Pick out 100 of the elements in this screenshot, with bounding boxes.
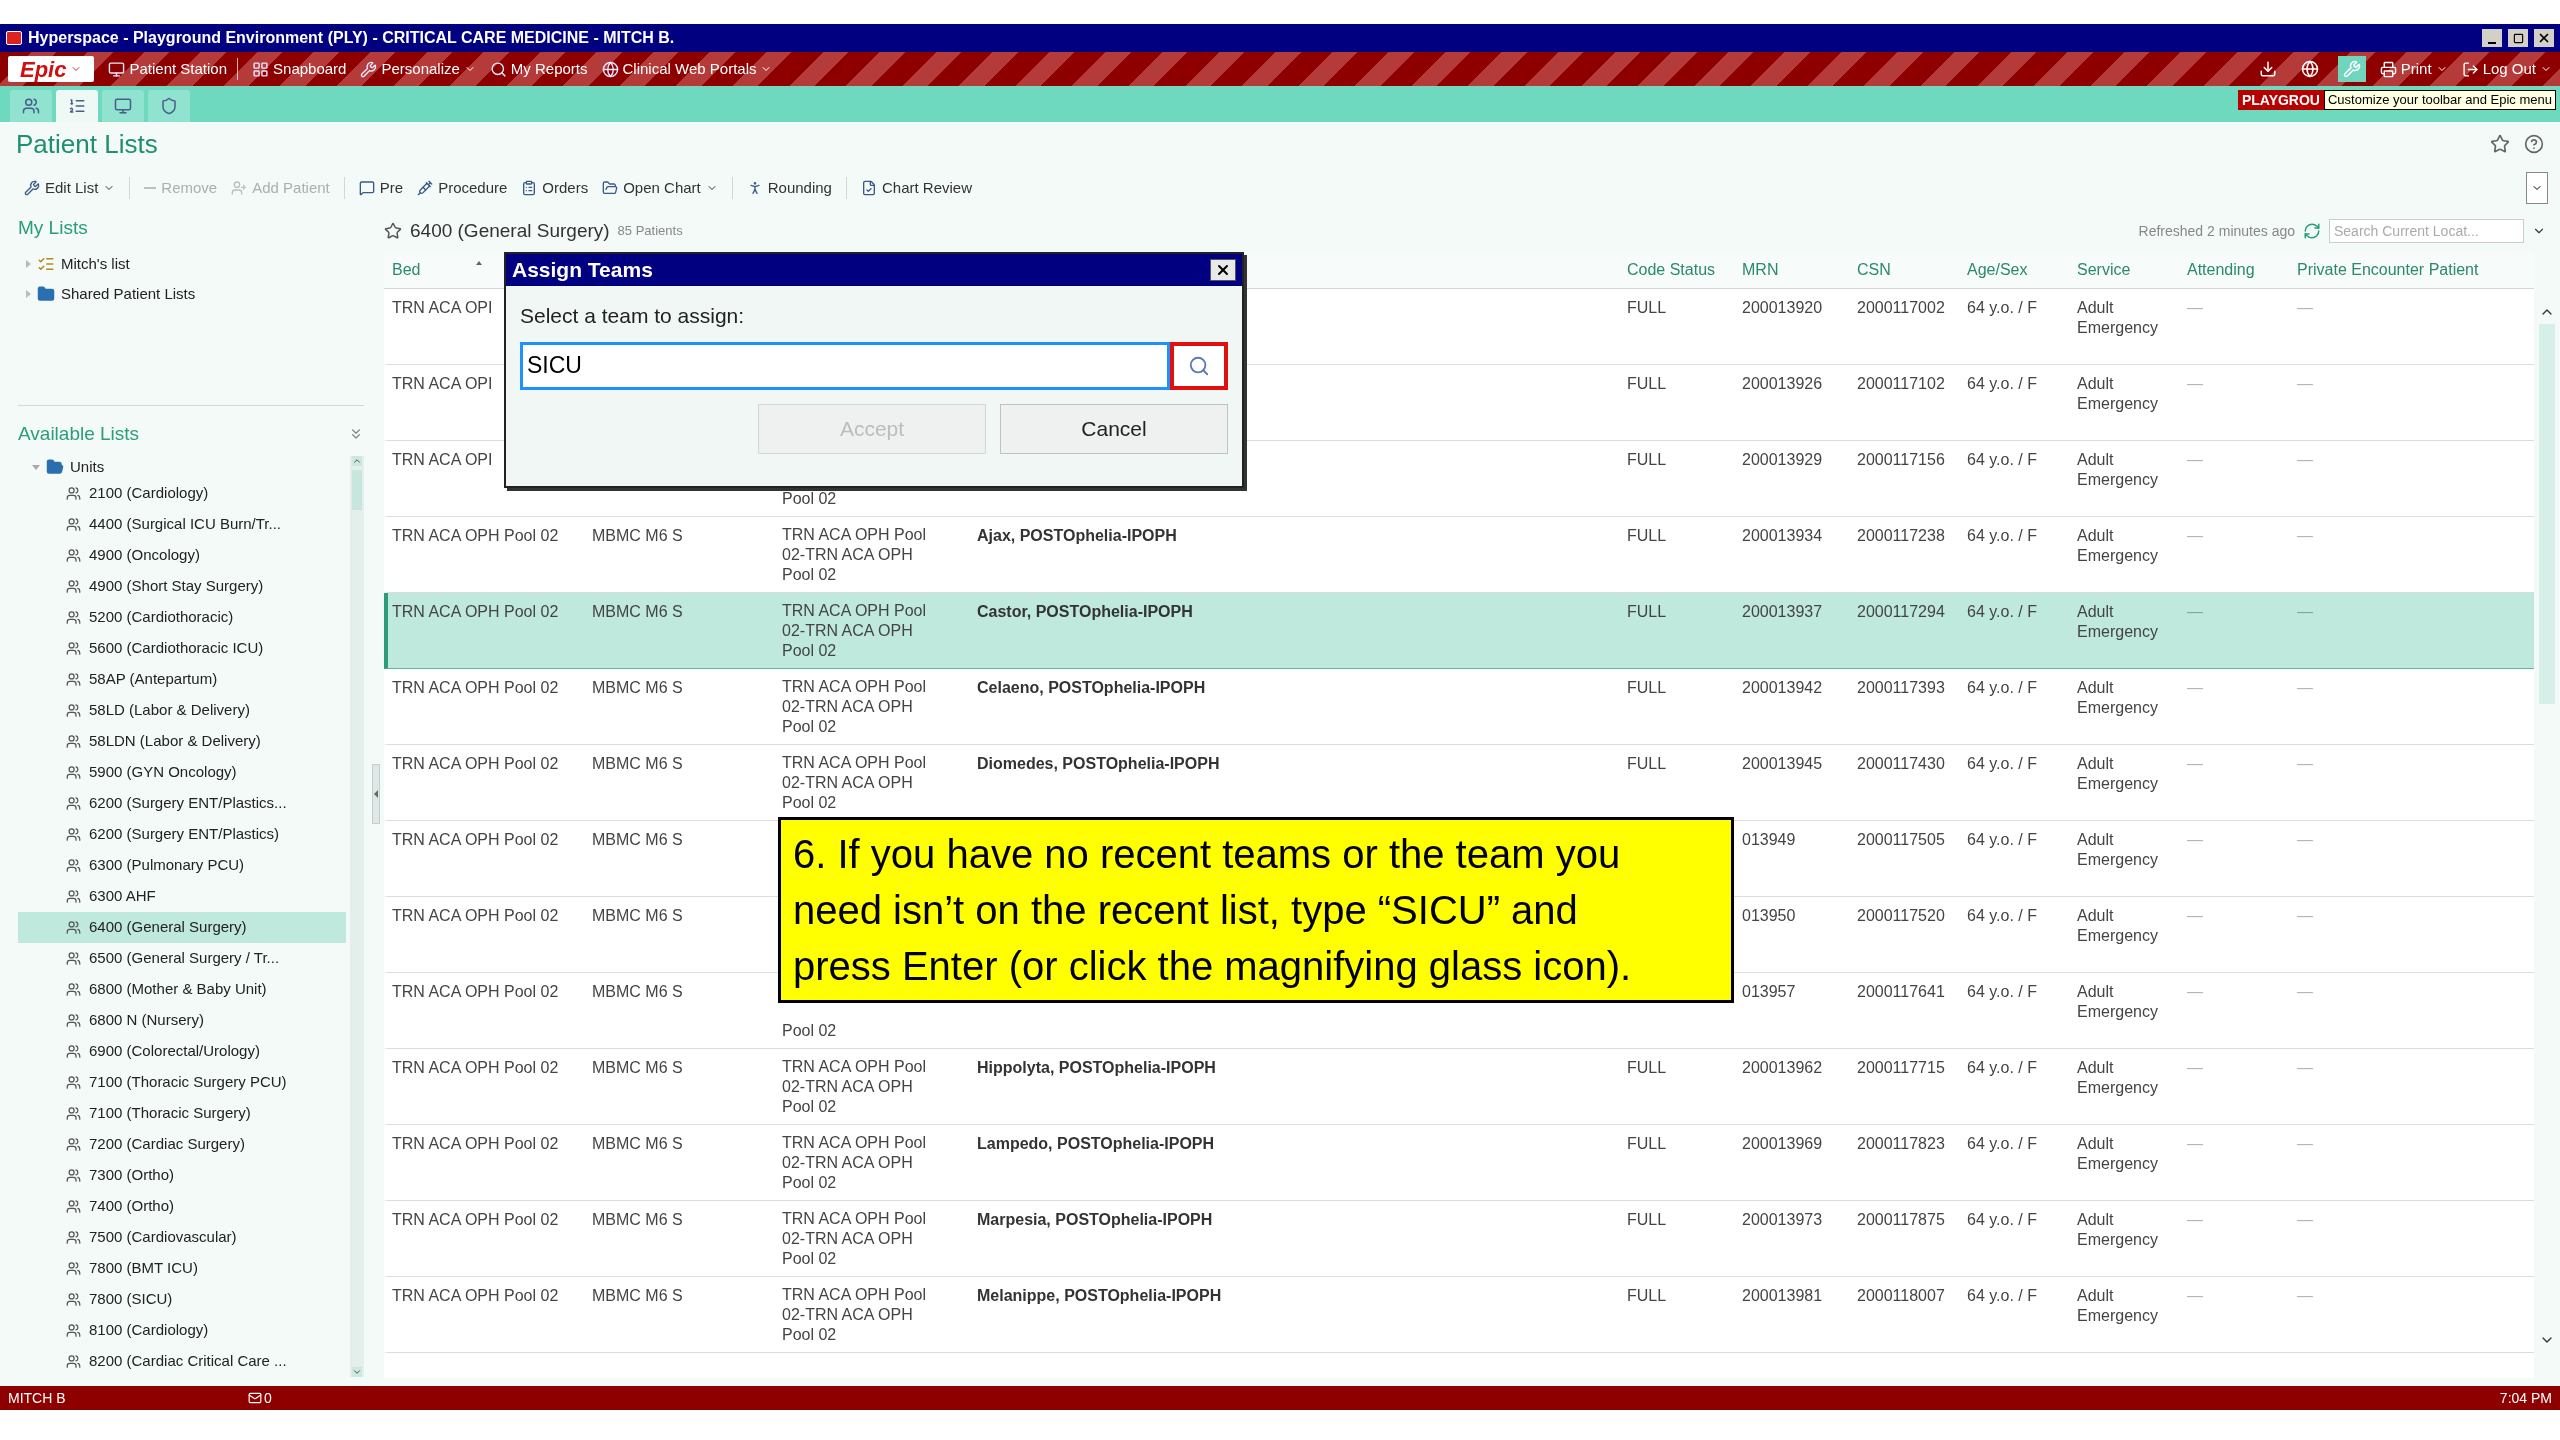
toolbar-button[interactable]: Pre [343,176,404,200]
unit-list-item[interactable]: 5200 (Cardiothoracic) [18,602,346,633]
section-heading: Available Lists [18,421,140,446]
unit-list-item[interactable]: 2100 (Cardiology) [18,478,346,509]
table-cell: — [2297,754,2313,774]
unit-list-item[interactable]: 58LD (Labor & Delivery) [18,695,346,726]
star-icon[interactable] [2490,134,2510,154]
column-header[interactable]: Attending [2187,261,2255,278]
table-cell: 013950 [1742,906,1796,926]
scrollbar-thumb[interactable] [2539,324,2555,704]
unit-list-item[interactable]: 6900 (Colorectal/Urology) [18,1036,346,1067]
unit-list-item[interactable]: 8100 (Cardiology) [18,1315,346,1346]
menu-item[interactable]: Patient Station [108,57,239,81]
column-header[interactable]: CSN [1857,261,1891,278]
toolbar-button[interactable]: Rounding [731,176,832,200]
people-icon [66,1261,81,1276]
epic-menu-button[interactable]: Epic [8,56,95,82]
help-icon[interactable] [2524,134,2544,154]
minimize-button[interactable] [2482,29,2502,47]
people-icon [66,858,81,873]
collapse-handle[interactable] [372,764,380,824]
people-icon [66,548,81,563]
column-header[interactable]: Bed [392,258,421,282]
activity-tab[interactable] [148,90,190,122]
sort-arrow-icon[interactable] [476,261,482,265]
menu-item[interactable]: My Reports [489,57,588,81]
mail-icon[interactable] [248,1391,262,1405]
menu-item[interactable]: Log Out [2461,57,2552,81]
menu-item[interactable]: Print [2379,57,2448,81]
callout: 6. If you have no recent teams or the team you need isn’t on the recent list, type “SICU” and press Enter (or click the magnifying glass icon). [778,817,1734,1003]
list-item[interactable]: Mitch's list [61,252,130,275]
table-cell: 2000117294 [1857,602,1945,622]
search-field[interactable]: Search Current Locat... [2329,219,2524,243]
table-cell: 64 y.o. / F [1967,1286,2037,1306]
column-header[interactable]: Service [2077,261,2131,278]
table-cell: TRN ACA OPH Pool 02 [392,1210,559,1230]
toolbar-icon-button[interactable] [2337,56,2366,82]
table-cell-text: Adult Emergency [2077,1134,2159,1174]
table-cell-text: Pool 02 [782,1021,838,1041]
favorite-star-icon[interactable] [384,222,402,240]
column-header[interactable]: Age/Sex [1967,261,2028,278]
column-header[interactable]: MRN [1742,261,1779,278]
unit-list-item[interactable]: 7800 (SICU) [18,1284,346,1315]
table-row[interactable]: TRN ACA OPH Pool 02 MBMC M6 S TRN ACA OPH Pool 02-TRN ACA OPH Pool 02 Castor, POSTOphelia-IPOPH FULL 200013937 2000117294 64 y.o. / F Adult Emergency — — [384,593,2534,669]
unit-list-item[interactable]: 6400 (General Surgery) [18,912,346,943]
dropdown-button[interactable] [2526,172,2548,204]
activity-tab[interactable] [10,90,52,122]
unit-list-item[interactable]: 6200 (Surgery ENT/Plastics... [18,788,346,819]
unit-list-item[interactable]: 6200 (Surgery ENT/Plastics) [18,819,346,850]
close-button[interactable] [2534,29,2554,47]
unit-list-item[interactable]: 7800 (BMT ICU) [18,1253,346,1284]
unit-list-item[interactable]: 58LDN (Labor & Delivery) [18,726,346,757]
menu-item[interactable]: Clinical Web Portals [601,57,773,81]
unit-list-item[interactable]: 58AP (Antepartum) [18,664,346,695]
toolbar-button[interactable]: Edit List [24,176,116,200]
table-cell-text: TRN ACA OPH Pool 02-TRN ACA OPH Pool 02 [782,1209,928,1269]
unit-list-item[interactable]: 6300 AHF [18,881,346,912]
close-button[interactable] [1210,259,1236,281]
unit-list-item[interactable]: 7100 (Thoracic Surgery PCU) [18,1067,346,1098]
table-cell: TRN ACA OPH Pool 02 [392,906,559,926]
search-button[interactable] [1170,341,1228,390]
unit-list-item[interactable]: 7500 (Cardiovascular) [18,1222,346,1253]
column-header[interactable]: Code Status [1627,261,1716,278]
document-check-icon [860,180,877,196]
unit-list-item[interactable]: 4900 (Short Stay Surgery) [18,571,346,602]
monitor-icon [108,60,126,78]
unit-list-item[interactable]: 7200 (Cardiac Surgery) [18,1129,346,1160]
unit-list-item[interactable]: 6800 (Mother & Baby Unit) [18,974,346,1005]
dialog-button[interactable]: Cancel [1000,403,1228,454]
unit-list-item[interactable]: 7100 (Thoracic Surgery) [18,1098,346,1129]
unit-list-item[interactable]: 6300 (Pulmonary PCU) [18,850,346,881]
toolbar-button[interactable]: Open Chart [602,176,718,200]
column-header[interactable]: Private Encounter Patient [2297,261,2479,278]
team-input-field[interactable]: SICU [520,341,1170,390]
unit-list-item[interactable]: 6500 (General Surgery / Tr... [18,943,346,974]
people-icon [66,610,81,625]
menu-item[interactable]: Snapboard [252,57,347,81]
unit-list-item[interactable]: 5600 (Cardiothoracic ICU) [18,633,346,664]
toolbar-button[interactable]: Procedure [417,176,508,200]
tree-folder[interactable]: Units [70,455,105,479]
people-icon [66,1044,81,1059]
list-item[interactable]: Shared Patient Lists [61,283,196,306]
refresh-icon[interactable] [2303,222,2321,240]
scrollbar-thumb[interactable] [352,470,362,510]
unit-list-item[interactable]: 5900 (GYN Oncology) [18,757,346,788]
unit-list-item[interactable]: 7300 (Ortho) [18,1160,346,1191]
toolbar-button[interactable]: Orders [521,176,589,200]
restore-button[interactable] [2508,29,2528,47]
unit-list-item[interactable]: 7400 (Ortho) [18,1191,346,1222]
unit-list-item[interactable]: 8200 (Cardiac Critical Care ... [18,1346,346,1377]
table-cell-text: TRN ACA OPH Pool 02-TRN ACA OPH Pool 02 [782,525,928,585]
toolbar-button[interactable]: Chart Review [845,176,972,200]
table-cell: TRN ACA OPI [392,298,493,318]
unit-list-item[interactable]: 6800 N (Nursery) [18,1005,346,1036]
menu-item[interactable]: Personalize [360,57,476,81]
activity-tab[interactable] [56,90,98,122]
activity-tab[interactable] [102,90,144,122]
wrench-icon [24,180,40,196]
unit-list-item[interactable]: 4900 (Oncology) [18,540,346,571]
unit-list-item[interactable]: 4400 (Surgical ICU Burn/Tr... [18,509,346,540]
